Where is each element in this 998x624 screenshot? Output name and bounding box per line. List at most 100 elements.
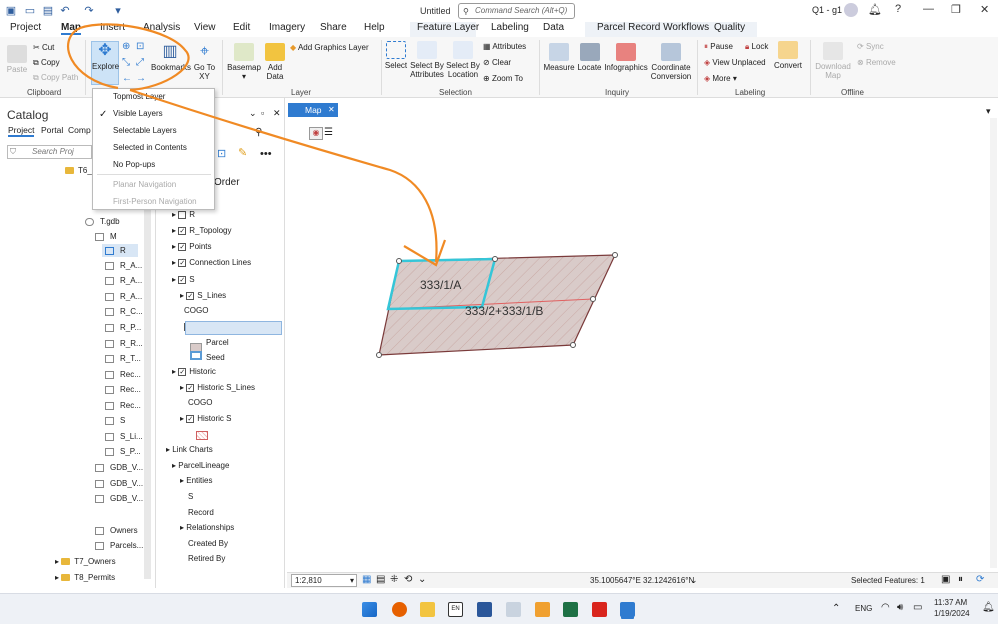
contents-row[interactable]: S (188, 492, 193, 501)
start-button-icon[interactable] (362, 602, 377, 617)
contents-close-icon[interactable]: ✕ (273, 108, 281, 119)
add-data-button[interactable]: Add Data (263, 43, 287, 81)
download-map-button[interactable]: Download Map (813, 42, 853, 80)
explore-button[interactable]: ✥ Explore (91, 41, 119, 85)
contents-row[interactable]: ▸ ✓ S (172, 275, 195, 284)
sync-button[interactable]: ⟳ Sync (857, 42, 884, 51)
refresh-icon[interactable]: ⟳ (976, 574, 984, 585)
contents-row[interactable]: COGO (188, 398, 212, 407)
layer-visibility-checkbox[interactable]: ✓ (186, 291, 195, 300)
lock-labels-button[interactable]: 🔒︎ Lock (745, 42, 768, 52)
layer-visibility-checkbox[interactable]: ✓ (178, 367, 187, 376)
menu-item-topmost-layer[interactable]: Topmost Layer (113, 92, 165, 101)
forward-icon[interactable]: → (136, 73, 146, 84)
map-view[interactable]: Map ✕ ◉ ☰ ▾ 333/1/A 333/2+333/1/B (287, 103, 998, 572)
rotation-icon[interactable]: ⌄ (418, 574, 426, 585)
excel-icon[interactable] (563, 602, 578, 617)
tree-item[interactable]: Rec... (105, 385, 141, 394)
tree-item[interactable]: GDB_V... (95, 463, 143, 472)
tree-item[interactable]: Parcels... (95, 541, 143, 550)
copy-button[interactable]: ⧉ Copy (33, 58, 60, 68)
redo-icon[interactable]: ↷ (83, 5, 95, 17)
tree-item[interactable]: R_R... (105, 339, 143, 348)
menu-item-selectable-layers[interactable]: Selectable Layers (113, 126, 177, 135)
photos-icon[interactable] (535, 602, 550, 617)
more-button[interactable]: ◈ More ▾ (704, 74, 737, 83)
bell-icon[interactable]: 🔔︎ (868, 3, 882, 16)
acrobat-icon[interactable] (592, 602, 607, 617)
layer-visibility-checkbox[interactable]: ✓ (178, 226, 187, 235)
contents-row[interactable]: ▸ Entities (180, 476, 212, 485)
measure-button[interactable]: Measure (543, 43, 575, 72)
add-graphics-layer-button[interactable]: ◆ Add Graphics Layer (290, 43, 369, 52)
wifi-icon[interactable]: ◠ (881, 602, 890, 613)
tree-folder-t6[interactable]: T6_ (65, 166, 92, 175)
paste-button[interactable]: Paste (4, 45, 30, 74)
fixed-zoom-out-icon[interactable]: ⤢ (136, 57, 144, 68)
tree-dataset[interactable]: M (95, 232, 117, 241)
parcel-vertex[interactable] (570, 342, 576, 348)
tools-icon[interactable] (506, 602, 521, 617)
avatar[interactable] (844, 3, 858, 17)
select-by-attributes-button[interactable]: Select By Attributes (410, 41, 444, 79)
contents-row[interactable]: Created By (188, 539, 228, 548)
coordinate-format-icon[interactable]: ⌄ (690, 575, 698, 586)
catalog-tab-project[interactable]: Project (8, 125, 35, 137)
catalog-scrollbar[interactable] (144, 184, 151, 579)
menu-item-selected-in-contents[interactable]: Selected in Contents (113, 143, 187, 152)
tree-item[interactable]: R_P... (105, 323, 141, 332)
parcel-vertex[interactable] (396, 258, 402, 264)
close-button[interactable]: ✕ (980, 3, 989, 16)
new-project-icon[interactable]: ▭ (24, 5, 36, 17)
contents-row[interactable]: ▸ ✓ Historic S_Lines (180, 383, 255, 392)
split-view-icon[interactable]: ▣ (941, 574, 950, 585)
tree-item[interactable]: R_T... (105, 354, 141, 363)
restore-button[interactable]: ❐ (951, 3, 961, 16)
list-by-labeling-icon[interactable]: ✎ (238, 146, 247, 159)
contents-row[interactable]: ▸ R (172, 210, 195, 219)
contents-row[interactable]: ▸ ✓ Historic S (180, 414, 231, 423)
tree-item[interactable]: GDB_V... (95, 479, 143, 488)
clear-button[interactable]: ⊘ Clear (483, 58, 511, 67)
basemap-button[interactable]: Basemap ▾ (226, 43, 262, 81)
menu-item-planar-navigation[interactable]: Planar Navigation (113, 180, 176, 189)
tree-item[interactable]: R_C... (105, 307, 143, 316)
pause-labels-button[interactable]: ⏸︎ Pause (704, 42, 733, 52)
remove-button[interactable]: ⊗ Remove (857, 58, 896, 67)
parcel-vertex[interactable] (492, 256, 498, 262)
select-by-location-button[interactable]: Select By Location (446, 41, 480, 79)
contents-row[interactable]: ▸ ParcelLineage (172, 461, 229, 470)
options-icon[interactable]: ••• (260, 148, 272, 160)
command-search-input[interactable]: ⚲ Command Search (Alt+Q) (458, 3, 575, 19)
clock-date[interactable]: 1/19/2024 (934, 609, 970, 618)
full-extent-icon[interactable]: ⊕ (122, 41, 130, 52)
undo-icon[interactable]: ↶ (59, 5, 71, 17)
coordinate-conversion-button[interactable]: Coordinate Conversion (650, 43, 692, 81)
tab-map[interactable]: Map (61, 22, 81, 35)
tab-insert[interactable]: Insert (100, 22, 125, 33)
contents-row[interactable]: ▸ ✓ Points (172, 242, 211, 251)
parcel-vertex[interactable] (376, 352, 382, 358)
contents-row[interactable]: Seed (206, 353, 225, 362)
grid-icon[interactable]: ▦ (362, 574, 371, 585)
arcgis-pro-icon[interactable] (620, 602, 635, 617)
tree-item[interactable]: Owners (95, 526, 138, 535)
contents-row[interactable]: ▸ Relationships (180, 523, 234, 532)
catalog-tab-portal[interactable]: Portal (41, 125, 63, 135)
bookmarks-button[interactable]: ▥ Bookmarks (151, 43, 191, 72)
menu-item-visible-layers[interactable]: Visible Layers (113, 109, 163, 118)
tree-folder-t7[interactable]: ▸ T7_Owners (55, 557, 116, 566)
tab-quality[interactable]: Quality (714, 22, 745, 33)
language-indicator[interactable]: ENG (855, 604, 872, 613)
layer-visibility-checkbox[interactable]: ✓ (178, 258, 187, 267)
contents-search-icon[interactable]: ⚲ (255, 127, 262, 138)
tree-item[interactable]: Rec... (105, 370, 141, 379)
snapping-icon[interactable]: ⁜ (390, 574, 398, 585)
list-by-snapping-icon[interactable]: ⊡ (217, 147, 226, 160)
convert-button[interactable]: Convert (773, 41, 803, 70)
tree-item[interactable]: R_A... (105, 276, 142, 285)
tab-imagery[interactable]: Imagery (269, 22, 305, 33)
tree-gdb[interactable]: T.gdb (85, 217, 120, 226)
tree-item-selected[interactable]: R (102, 244, 138, 257)
customize-toolbar-icon[interactable]: ▾ (112, 5, 124, 17)
